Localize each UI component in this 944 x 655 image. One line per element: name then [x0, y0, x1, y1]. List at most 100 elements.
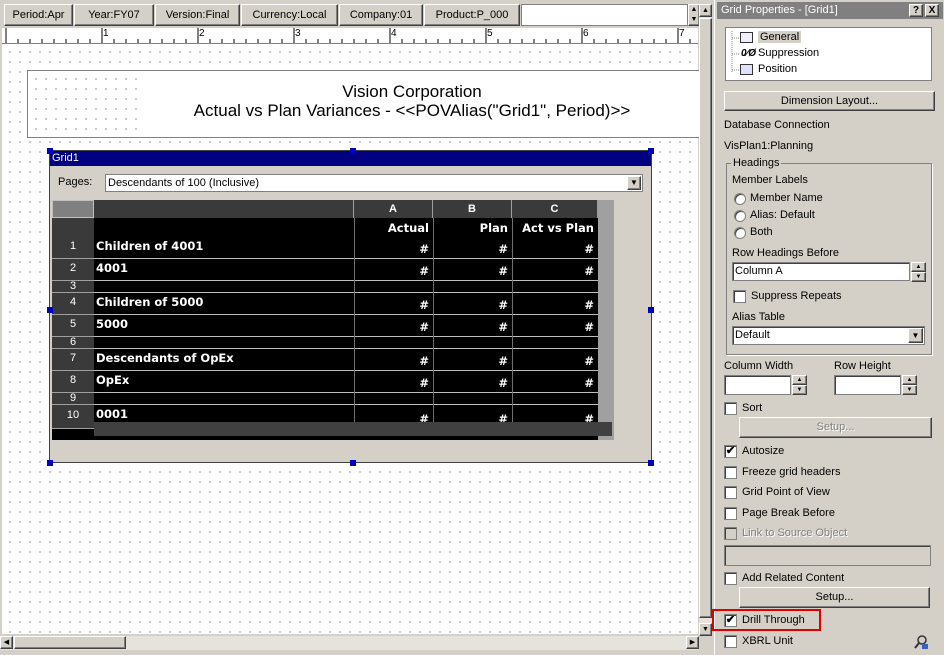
data-cell[interactable]: # [354, 320, 433, 334]
spin-up-icon[interactable]: ▲ [792, 375, 807, 385]
help-button[interactable]: ? [909, 4, 923, 17]
data-cell[interactable]: # [433, 320, 512, 334]
data-cell[interactable]: # [512, 354, 598, 368]
data-cell[interactable]: # [512, 376, 598, 390]
row-label[interactable]: OpEx [96, 373, 129, 387]
row-headings-spinner[interactable]: ▲ ▼ [911, 262, 926, 282]
related-setup-button[interactable]: Setup... [739, 587, 930, 608]
data-cell[interactable]: # [354, 242, 433, 256]
column-heading-plan[interactable]: Plan [433, 221, 512, 235]
spin-down-icon[interactable]: ▼ [792, 385, 807, 395]
spin-up-icon[interactable]: ▲ [911, 262, 926, 272]
both-radio[interactable] [734, 227, 746, 239]
report-title[interactable]: Vision Corporation [150, 82, 674, 102]
row-label[interactable]: Descendants of OpEx [96, 351, 234, 365]
dimension-layout-button[interactable]: Dimension Layout... [724, 91, 935, 111]
row-label[interactable]: Children of 5000 [96, 295, 203, 309]
row-height-spinner[interactable]: ▲ ▼ [902, 375, 917, 395]
row-label[interactable]: 4001 [96, 261, 128, 275]
row-header[interactable]: 2 [52, 259, 94, 281]
column-header-a[interactable]: A [354, 200, 433, 218]
sort-setup-button[interactable]: Setup... [739, 417, 932, 438]
row-headings-before-field[interactable]: Column A [732, 262, 910, 281]
pov-period-button[interactable]: Period:Apr [4, 4, 73, 26]
add-related-checkbox[interactable] [724, 572, 737, 585]
data-cell[interactable]: # [354, 298, 433, 312]
row-header[interactable]: 8 [52, 371, 94, 393]
row-label[interactable]: 5000 [96, 317, 128, 331]
resize-handle[interactable] [648, 148, 654, 154]
tree-item-suppression[interactable]: Suppression [758, 47, 819, 59]
xbrl-search-icon[interactable] [913, 634, 929, 650]
column-header-row-label[interactable] [94, 200, 354, 218]
row-header[interactable]: 6 [52, 337, 94, 349]
resize-handle[interactable] [47, 148, 53, 154]
horizontal-scrollbar[interactable]: ◀ ▶ [0, 636, 699, 650]
scroll-thumb[interactable] [14, 636, 126, 649]
tree-item-position[interactable]: Position [758, 63, 797, 75]
resize-handle[interactable] [350, 148, 356, 154]
column-width-field[interactable] [724, 375, 791, 395]
autosize-checkbox[interactable]: ✔ [724, 445, 737, 458]
chevron-down-icon[interactable]: ▼ [908, 328, 923, 343]
scroll-down-icon[interactable]: ▼ [699, 623, 712, 636]
data-cell[interactable]: # [354, 376, 433, 390]
row-header[interactable]: 4 [52, 293, 94, 315]
column-heading-act-vs-plan[interactable]: Act vs Plan [512, 221, 598, 235]
scroll-right-icon[interactable]: ▶ [686, 636, 699, 649]
alias-table-dropdown[interactable]: Default ▼ [732, 326, 925, 345]
pov-product-button[interactable]: Product:P_000 [424, 4, 520, 26]
scroll-up-icon[interactable]: ▲ [699, 4, 712, 17]
grid-corner-cell[interactable] [52, 200, 94, 218]
data-cell[interactable]: # [512, 320, 598, 334]
column-width-spinner[interactable]: ▲ ▼ [792, 375, 807, 395]
pov-year-button[interactable]: Year:FY07 [74, 4, 154, 26]
column-heading-actual[interactable]: Actual [354, 221, 433, 235]
freeze-headers-checkbox[interactable] [724, 466, 737, 479]
scroll-left-icon[interactable]: ◀ [0, 636, 13, 649]
xbrl-checkbox[interactable] [724, 635, 737, 648]
resize-handle[interactable] [648, 307, 654, 313]
row-header[interactable]: 7 [52, 349, 94, 371]
pov-company-button[interactable]: Company:01 [339, 4, 423, 26]
pov-currency-button[interactable]: Currency:Local [241, 4, 338, 26]
close-button[interactable]: X [925, 4, 939, 17]
row-header[interactable]: 1 [52, 237, 94, 259]
row-header[interactable]: 3 [52, 281, 94, 293]
spin-down-icon[interactable]: ▼ [911, 272, 926, 282]
data-cell[interactable]: # [354, 354, 433, 368]
pages-dropdown[interactable]: Descendants of 100 (Inclusive) ▼ [105, 174, 643, 192]
data-cell[interactable]: # [433, 298, 512, 312]
row-header[interactable]: 5 [52, 315, 94, 337]
data-cell[interactable]: # [512, 298, 598, 312]
resize-handle[interactable] [47, 460, 53, 466]
chevron-down-icon[interactable]: ▼ [627, 176, 641, 190]
page-break-checkbox[interactable] [724, 507, 737, 520]
suppress-repeats-checkbox[interactable] [733, 290, 746, 303]
row-header[interactable]: 9 [52, 393, 94, 405]
sort-checkbox[interactable] [724, 402, 737, 415]
data-cell[interactable]: # [433, 354, 512, 368]
column-header-c[interactable]: C [512, 200, 598, 218]
grid-object[interactable]: Grid1 Pages: Descendants of 100 (Inclusi… [49, 150, 652, 463]
data-cell[interactable]: # [512, 264, 598, 278]
row-header[interactable]: 10 [52, 405, 94, 429]
pov-version-button[interactable]: Version:Final [155, 4, 240, 26]
spin-up-icon[interactable]: ▲ [902, 375, 917, 385]
row-label[interactable]: 0001 [96, 407, 128, 421]
row-label[interactable]: Children of 4001 [96, 239, 203, 253]
tree-item-general[interactable]: General [758, 31, 802, 43]
vertical-scrollbar[interactable]: ▲ ▼ [699, 4, 712, 636]
spin-down-icon[interactable]: ▼ [902, 385, 917, 395]
data-cell[interactable]: # [433, 242, 512, 256]
resize-handle[interactable] [648, 460, 654, 466]
member-name-radio[interactable] [734, 193, 746, 205]
data-cell[interactable]: # [433, 376, 512, 390]
data-cell[interactable]: # [354, 264, 433, 278]
data-cell[interactable]: # [433, 264, 512, 278]
scroll-thumb[interactable] [699, 18, 712, 618]
column-header-b[interactable]: B [433, 200, 512, 218]
report-subtitle[interactable]: Actual vs Plan Variances - <<POVAlias("G… [150, 101, 674, 121]
data-cell[interactable]: # [512, 242, 598, 256]
alias-radio[interactable] [734, 210, 746, 222]
